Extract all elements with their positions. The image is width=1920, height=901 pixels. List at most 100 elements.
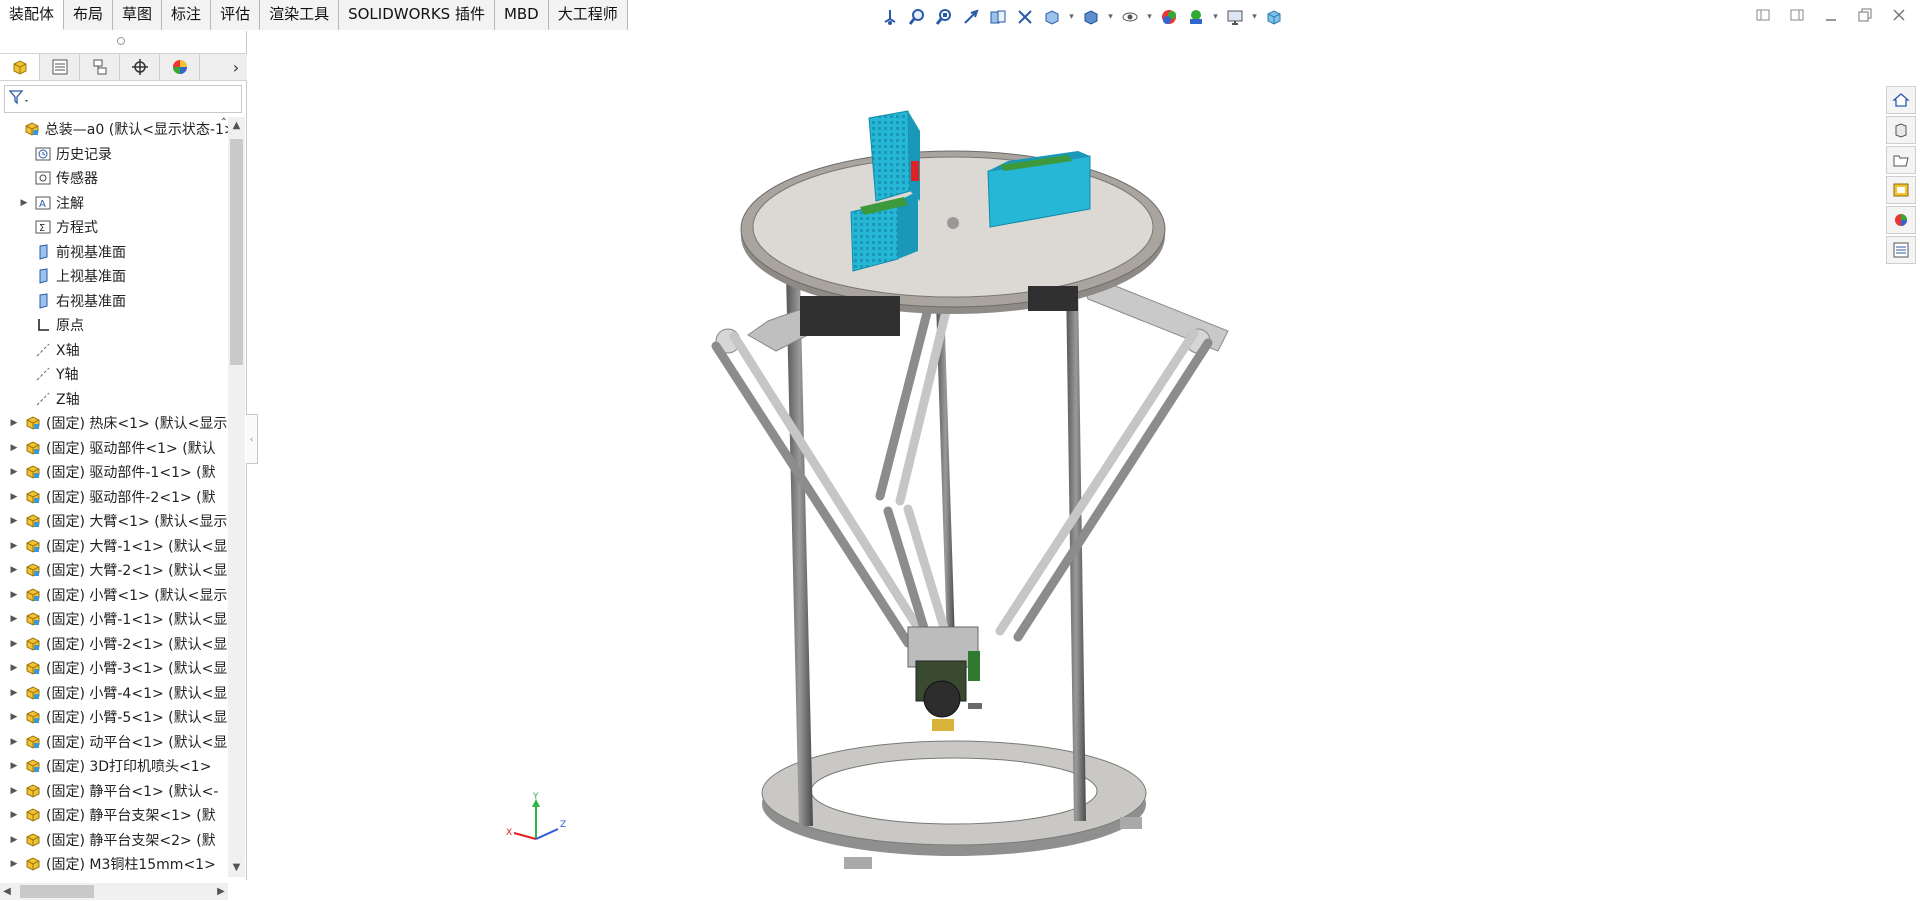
expand-arrow-icon[interactable]: ▶ — [8, 614, 20, 624]
chevron-down-icon[interactable]: ▾ — [1211, 5, 1220, 29]
tab-0[interactable]: 装配体 — [0, 0, 65, 30]
display-manager-tab-icon[interactable] — [160, 54, 200, 80]
tree-item[interactable]: 上视基准面 — [0, 264, 228, 288]
expand-arrow-icon[interactable]: ▶ — [8, 541, 20, 551]
tree-item[interactable]: ▶ (固定) 小臂<1> (默认<显示 — [0, 583, 228, 607]
expand-arrow-icon[interactable]: ▶ — [18, 198, 30, 208]
expand-arrow-icon[interactable]: ▶ — [8, 663, 20, 673]
edit-appearance-icon[interactable] — [1157, 5, 1181, 29]
tree-vertical-scrollbar[interactable]: ▲ ▼ — [228, 117, 245, 877]
tree-item[interactable]: 总装—a0 (默认<显示状态-1> ⌃ — [0, 117, 228, 141]
tree-item[interactable]: Y轴 — [0, 362, 228, 386]
tree-item[interactable]: Z轴 — [0, 387, 228, 411]
tab-2[interactable]: 草图 — [113, 0, 163, 30]
expand-arrow-icon[interactable]: ▶ — [8, 737, 20, 747]
property-manager-tab-icon[interactable] — [40, 54, 80, 80]
tree-item[interactable]: 前视基准面 — [0, 240, 228, 264]
view-settings-icon[interactable] — [1223, 5, 1247, 29]
configuration-manager-tab-icon[interactable] — [80, 54, 120, 80]
restore-icon[interactable] — [1856, 6, 1874, 24]
tree-item[interactable]: ▶ (固定) 驱动部件-2<1> (默 — [0, 485, 228, 509]
tab-5[interactable]: 渲染工具 — [260, 0, 340, 30]
expand-arrow-icon[interactable]: ▶ — [8, 565, 20, 575]
tree-item[interactable]: ▶ (固定) M3铜柱15mm<1> — [0, 852, 228, 876]
minimize-icon[interactable] — [1822, 6, 1840, 24]
tile-right-icon[interactable] — [1788, 6, 1806, 24]
tab-6[interactable]: SOLIDWORKS 插件 — [339, 0, 495, 30]
tree-item[interactable]: ▶ (固定) 驱动部件-1<1> (默 — [0, 460, 228, 484]
filter-icon[interactable] — [8, 89, 31, 109]
scroll-down-icon[interactable]: ▼ — [228, 859, 245, 877]
tree-item[interactable]: ▶ (固定) 小臂-4<1> (默认<显 — [0, 681, 228, 705]
expand-arrow-icon[interactable]: ▶ — [8, 761, 20, 771]
tree-item[interactable]: ▶ (固定) 小臂-5<1> (默认<显 — [0, 705, 228, 729]
tab-7[interactable]: MBD — [494, 0, 549, 30]
view-orientation-cube-icon[interactable] — [1040, 5, 1064, 29]
tree-item[interactable]: ▶ (固定) 大臂-1<1> (默认<显 — [0, 534, 228, 558]
scroll-right-icon[interactable]: ▶ — [214, 883, 228, 901]
display-style-icon[interactable] — [1079, 5, 1103, 29]
tree-item[interactable]: ▶ (固定) 静平台支架<1> (默 — [0, 803, 228, 827]
close-icon[interactable] — [1890, 6, 1908, 24]
tree-item[interactable]: Σ 方程式 — [0, 215, 228, 239]
tree-item[interactable]: ▶ (固定) 静平台<1> (默认<- — [0, 779, 228, 803]
section-view-icon[interactable] — [986, 5, 1010, 29]
view-palette-icon[interactable] — [1886, 176, 1916, 204]
3d-view-icon[interactable] — [1262, 5, 1286, 29]
expand-arrow-icon[interactable]: ▶ — [8, 859, 20, 869]
tree-item[interactable]: ▶ (固定) 小臂-1<1> (默认<显 — [0, 607, 228, 631]
apply-scene-icon[interactable] — [1184, 5, 1208, 29]
panel-grip-handle[interactable] — [117, 37, 125, 45]
tile-left-icon[interactable] — [1754, 6, 1772, 24]
dimxpert-tab-icon[interactable] — [120, 54, 160, 80]
tree-item[interactable]: ▶ (固定) 大臂-2<1> (默认<显 — [0, 558, 228, 582]
tab-4[interactable]: 评估 — [211, 0, 261, 30]
scrollbar-thumb[interactable] — [230, 139, 243, 365]
expand-arrow-icon[interactable]: ▶ — [8, 590, 20, 600]
feature-manager-tab-icon[interactable] — [0, 54, 40, 80]
expand-arrow-icon[interactable]: ▶ — [8, 467, 20, 477]
appearances-icon[interactable] — [1886, 206, 1916, 234]
zoom-area-icon[interactable] — [932, 5, 956, 29]
tree-item[interactable]: 原点 — [0, 313, 228, 337]
zoom-to-fit-icon[interactable] — [905, 5, 929, 29]
tab-8[interactable]: 大工程师 — [548, 0, 628, 30]
expand-arrow-icon[interactable]: ▶ — [8, 786, 20, 796]
graphics-area[interactable]: Y X Z — [248, 31, 1884, 880]
scrollbar-thumb[interactable] — [20, 885, 94, 898]
chevron-down-icon[interactable]: ▾ — [1106, 5, 1115, 29]
file-explorer-icon[interactable] — [1886, 146, 1916, 174]
tree-item[interactable]: ▶ (固定) 小臂-2<1> (默认<显 — [0, 632, 228, 656]
expand-arrow-icon[interactable]: ▶ — [8, 492, 20, 502]
tree-horizontal-scrollbar[interactable]: ◀ ▶ — [0, 883, 228, 900]
tree-item[interactable]: ▶ (固定) 动平台<1> (默认<显 — [0, 730, 228, 754]
expand-arrow-icon[interactable]: ▶ — [8, 418, 20, 428]
home-icon[interactable] — [1886, 86, 1916, 114]
tree-item[interactable]: ▶ (固定) 大臂<1> (默认<显示 — [0, 509, 228, 533]
expand-arrow-icon[interactable]: ▶ — [8, 443, 20, 453]
expand-arrow-icon[interactable]: ▶ — [8, 810, 20, 820]
tab-3[interactable]: 标注 — [162, 0, 212, 30]
tree-item[interactable]: ▶ (固定) 静平台支架<2> (默 — [0, 828, 228, 852]
tab-1[interactable]: 布局 — [64, 0, 114, 30]
view-orientation-icon[interactable] — [878, 5, 902, 29]
chevron-right-icon[interactable]: › — [225, 58, 247, 77]
design-library-icon[interactable] — [1886, 116, 1916, 144]
tree-filter[interactable] — [4, 85, 242, 113]
tree-item[interactable]: ▶ (固定) 热床<1> (默认<显示 — [0, 411, 228, 435]
previous-view-icon[interactable] — [959, 5, 983, 29]
dynamic-annotation-icon[interactable] — [1013, 5, 1037, 29]
hide-show-icon[interactable] — [1118, 5, 1142, 29]
chevron-up-icon[interactable]: ⌃ — [220, 117, 228, 128]
tree-item[interactable]: ▶ (固定) 3D打印机喷头<1> — [0, 754, 228, 778]
expand-arrow-icon[interactable]: ▶ — [8, 516, 20, 526]
expand-arrow-icon[interactable]: ▶ — [8, 639, 20, 649]
custom-properties-icon[interactable] — [1886, 236, 1916, 264]
chevron-down-icon[interactable]: ▾ — [1145, 5, 1154, 29]
tree-item[interactable]: 右视基准面 — [0, 289, 228, 313]
chevron-down-icon[interactable]: ▾ — [1067, 5, 1076, 29]
expand-arrow-icon[interactable]: ▶ — [8, 835, 20, 845]
chevron-down-icon[interactable]: ▾ — [1250, 5, 1259, 29]
tree-item[interactable]: 历史记录 — [0, 142, 228, 166]
tree-item[interactable]: ▶ A 注解 — [0, 191, 228, 215]
